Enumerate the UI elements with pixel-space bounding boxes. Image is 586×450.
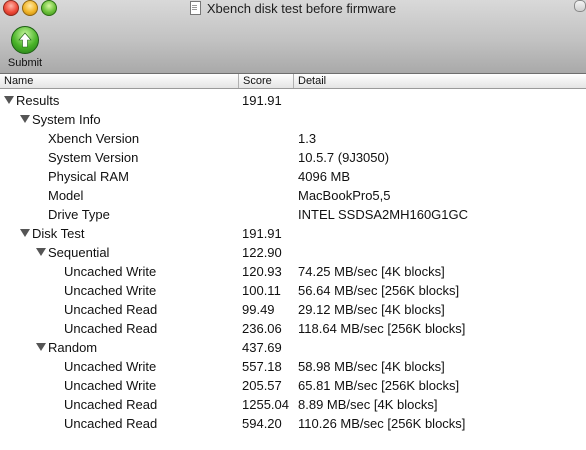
row-score: 594.20 [242, 416, 282, 431]
row-detail: 110.26 MB/sec [256K blocks] [298, 416, 466, 431]
row-name: Xbench Version [48, 129, 139, 148]
table-row[interactable]: Physical RAM 4096 MB [0, 167, 586, 186]
row-label: Model [48, 188, 84, 203]
document-icon [189, 1, 201, 15]
row-detail: 56.64 MB/sec [256K blocks] [298, 283, 460, 298]
row-score: 1255.04 [242, 397, 289, 412]
row-name: Physical RAM [48, 167, 129, 186]
row-label: Uncached Write [64, 378, 157, 393]
toolbar-toggle-button[interactable] [574, 0, 586, 12]
row-label: Uncached Read [64, 321, 158, 336]
row-name: Random [36, 338, 97, 357]
row-name: Model [48, 186, 83, 205]
row-score: 122.90 [242, 245, 282, 260]
submit-button[interactable]: Submit [4, 26, 46, 70]
row-label: System Info [32, 112, 101, 127]
disclosure-triangle-icon[interactable] [36, 343, 46, 351]
row-label: Results [16, 93, 60, 108]
table-row[interactable]: Uncached Write 120.93 74.25 MB/sec [4K blo… [0, 262, 586, 281]
row-label: Physical RAM [48, 169, 129, 184]
row-detail: 1.3 [298, 131, 317, 146]
row-detail: 118.64 MB/sec [256K blocks] [298, 321, 466, 336]
row-detail: 10.5.7 (9J3050) [298, 150, 390, 165]
row-score: 236.06 [242, 321, 282, 336]
row-detail: 29.12 MB/sec [4K blocks] [298, 302, 445, 317]
row-label: Sequential [48, 245, 110, 260]
row-score: 191.91 [242, 93, 282, 108]
row-label: Uncached Write [64, 283, 157, 298]
row-label: Drive Type [48, 207, 110, 222]
row-name: System Version [48, 148, 138, 167]
row-detail: 4096 MB [298, 169, 351, 184]
row-label: Uncached Read [64, 397, 158, 412]
row-name: Uncached Write [64, 357, 156, 376]
row-name: System Info [20, 110, 101, 129]
row-detail: INTEL SSDSA2MH160G1GC [298, 207, 469, 222]
disclosure-triangle-icon[interactable] [20, 229, 30, 237]
row-label: Uncached Write [64, 264, 157, 279]
table-row[interactable]: Uncached Read 1255.04 8.89 MB/sec [4K bloc… [0, 395, 586, 414]
results-outline: Results 191.91 System Info Xbench Version 1.… [0, 91, 586, 433]
row-detail: 74.25 MB/sec [4K blocks] [298, 264, 445, 279]
column-header-detail[interactable]: Detail [294, 74, 586, 88]
column-header-name[interactable]: Name [0, 74, 239, 88]
row-name: Disk Test [20, 224, 85, 243]
disclosure-triangle-icon[interactable] [36, 248, 46, 256]
table-row[interactable]: System Version 10.5.7 (9J3050) [0, 148, 586, 167]
row-label: System Version [48, 150, 139, 165]
row-detail: 58.98 MB/sec [4K blocks] [298, 359, 445, 374]
table-row[interactable]: Uncached Read 594.20 110.26 MB/sec [256K b… [0, 414, 586, 433]
row-name: Uncached Write [64, 376, 156, 395]
row-detail: 8.89 MB/sec [4K blocks] [298, 397, 438, 412]
row-label: Uncached Read [64, 302, 158, 317]
row-score: 100.11 [242, 283, 281, 298]
title-bar: Xbench disk test before firmware [0, 0, 586, 16]
up-arrow-icon [11, 26, 39, 54]
row-label: Random [48, 340, 98, 355]
row-name: Uncached Read [64, 300, 157, 319]
row-detail: 65.81 MB/sec [256K blocks] [298, 378, 460, 393]
table-row[interactable]: Sequential 122.90 [0, 243, 586, 262]
disclosure-triangle-icon[interactable] [4, 96, 14, 104]
table-row[interactable]: Disk Test 191.91 [0, 224, 586, 243]
table-row[interactable]: Random 437.69 [0, 338, 586, 357]
table-row[interactable]: Uncached Write 100.11 56.64 MB/sec [256K b… [0, 281, 586, 300]
window-title: Xbench disk test before firmware [206, 0, 397, 16]
row-name: Uncached Read [64, 414, 157, 433]
table-row[interactable]: Results 191.91 [0, 91, 586, 110]
table-row[interactable]: System Info [0, 110, 586, 129]
submit-label: Submit [7, 57, 43, 69]
row-name: Sequential [36, 243, 109, 262]
title-toolbar: Xbench disk test before firmware Submit [0, 0, 586, 74]
row-score: 120.93 [242, 264, 282, 279]
row-label: Uncached Write [64, 359, 157, 374]
table-row[interactable]: Uncached Read 236.06 118.64 MB/sec [256K b… [0, 319, 586, 338]
column-header-score[interactable]: Score [239, 74, 294, 88]
row-name: Uncached Read [64, 395, 157, 414]
table-row[interactable]: Uncached Read 99.49 29.12 MB/sec [4K block… [0, 300, 586, 319]
disclosure-triangle-icon[interactable] [20, 115, 30, 123]
row-label: Xbench Version [48, 131, 140, 146]
row-label: Disk Test [32, 226, 85, 241]
row-score: 437.69 [242, 340, 282, 355]
row-name: Results [4, 91, 59, 110]
row-name: Drive Type [48, 205, 110, 224]
row-score: 557.18 [242, 359, 282, 374]
row-name: Uncached Write [64, 262, 156, 281]
results-table-header: Name Score Detail [0, 74, 586, 89]
row-score: 191.91 [242, 226, 282, 241]
row-score: 99.49 [242, 302, 275, 317]
table-row[interactable]: Xbench Version 1.3 [0, 129, 586, 148]
row-score: 205.57 [242, 378, 282, 393]
row-name: Uncached Write [64, 281, 156, 300]
row-label: Uncached Read [64, 416, 158, 431]
table-row[interactable]: Model MacBookPro5,5 [0, 186, 586, 205]
row-detail: MacBookPro5,5 [298, 188, 391, 203]
table-row[interactable]: Drive Type INTEL SSDSA2MH160G1GC [0, 205, 586, 224]
row-name: Uncached Read [64, 319, 157, 338]
xbench-window: Xbench disk test before firmware Submit … [0, 0, 586, 450]
table-row[interactable]: Uncached Write 205.57 65.81 MB/sec [256K b… [0, 376, 586, 395]
table-row[interactable]: Uncached Write 557.18 58.98 MB/sec [4K blo… [0, 357, 586, 376]
